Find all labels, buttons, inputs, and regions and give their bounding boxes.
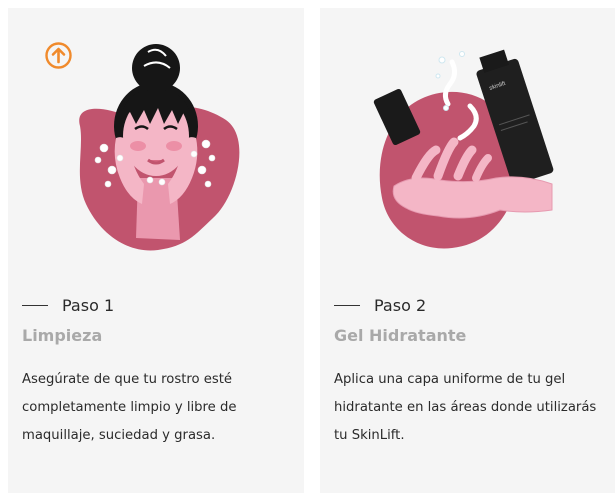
step-description: Asegúrate de que tu rostro esté completa…: [22, 372, 237, 443]
step-card-1: Paso 1 Limpieza Asegúrate de que tu rost…: [8, 8, 304, 493]
arrow-up-circle-icon[interactable]: [44, 41, 73, 70]
step-title: Gel Hidratante: [334, 326, 467, 345]
step-label: Paso 1: [62, 296, 115, 315]
step-indicator: Paso 1: [22, 296, 114, 315]
hydrating-gel-illustration: skinlift: [373, 49, 554, 249]
step-label: Paso 2: [374, 296, 427, 315]
step-title: Limpieza: [22, 326, 103, 345]
step-description: Aplica una capa uniforme de tu gel hidra…: [334, 372, 597, 443]
step-indicator: Paso 2: [334, 296, 426, 315]
step-divider-line: [22, 304, 48, 307]
step-divider-line: [334, 304, 360, 307]
step-card-2: skinlift Paso 2 Gel Hidratante Aplica un…: [320, 8, 615, 493]
